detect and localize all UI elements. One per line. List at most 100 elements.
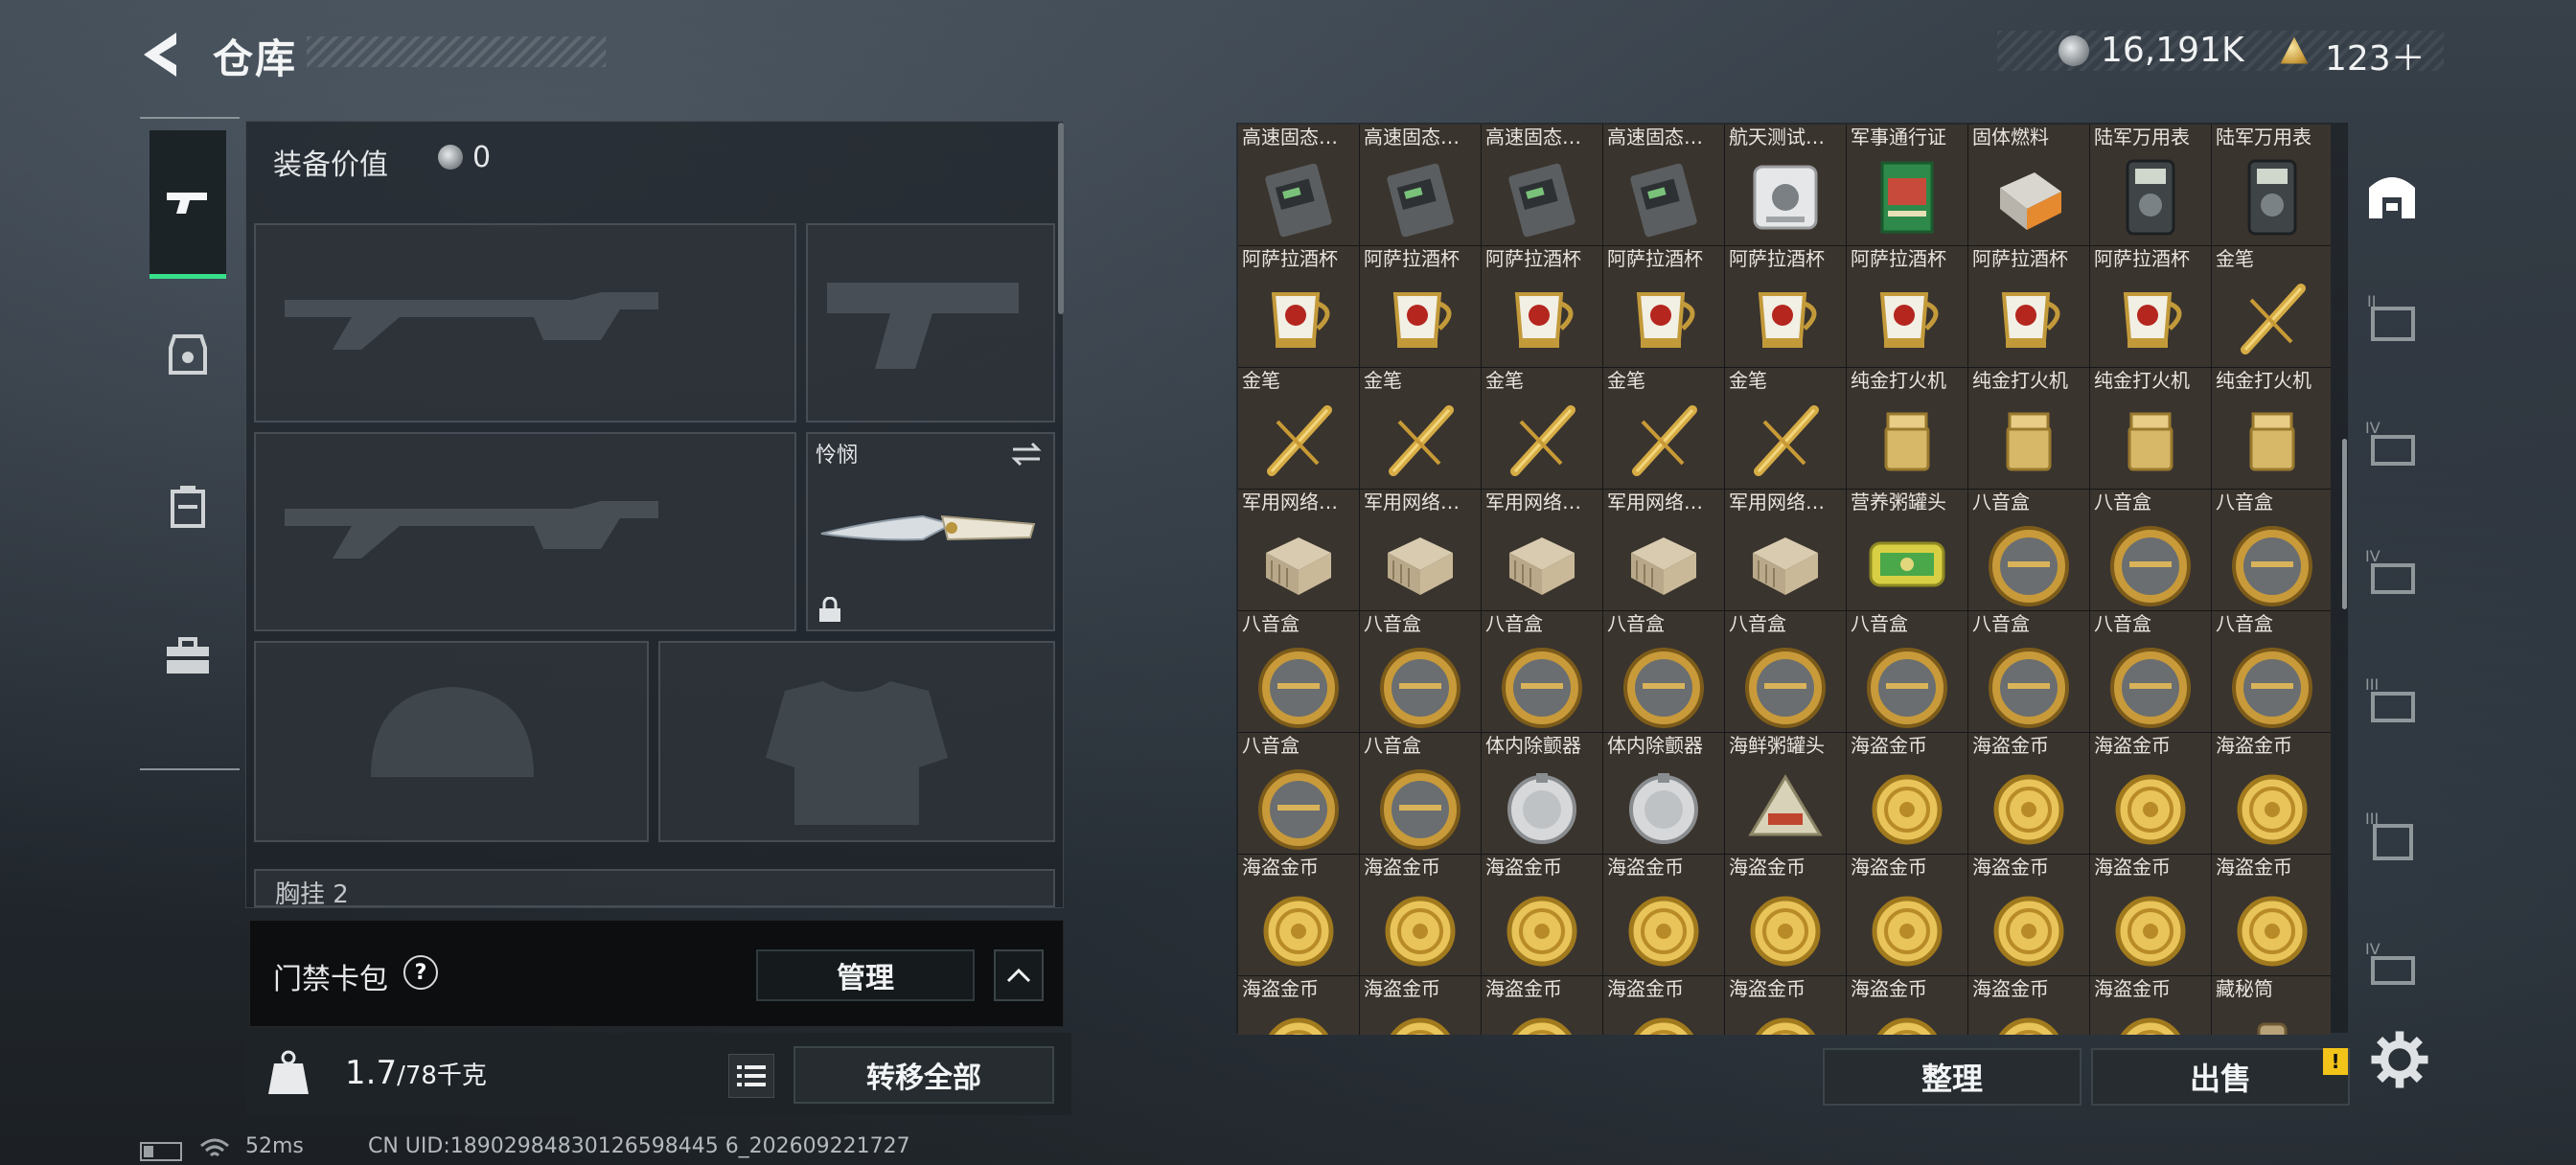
container-iv-a-icon[interactable]: IV (2361, 414, 2423, 475)
inventory-item[interactable]: 八音盒 (1603, 611, 1724, 732)
tab-weapons[interactable] (150, 130, 226, 279)
inventory-item[interactable]: 高速固态… (1603, 125, 1724, 245)
inventory-item[interactable]: 航天测试… (1725, 125, 1846, 245)
inventory-item[interactable]: 海盗金币 (1847, 976, 1967, 1035)
inventory-item[interactable]: 八音盒 (2090, 490, 2211, 610)
inventory-item[interactable]: 阿萨拉酒杯 (1482, 246, 1602, 367)
inventory-item[interactable]: 八音盒 (1360, 733, 1481, 854)
inventory-item[interactable]: 八音盒 (2212, 611, 2331, 732)
inventory-item[interactable]: 海盗金币 (1725, 855, 1846, 975)
sort-button[interactable]: 整理 (1823, 1048, 2082, 1106)
inventory-item[interactable]: 纯金打火机 (2212, 368, 2331, 489)
inventory-item[interactable]: 纯金打火机 (1847, 368, 1967, 489)
inventory-item[interactable]: 阿萨拉酒杯 (1968, 246, 2089, 367)
inventory-item[interactable]: 八音盒 (1968, 611, 2089, 732)
inventory-item[interactable]: 海鲜粥罐头 (1725, 733, 1846, 854)
inventory-item[interactable]: 阿萨拉酒杯 (1238, 246, 1359, 367)
inventory-item[interactable]: 纯金打火机 (2090, 368, 2211, 489)
inventory-item[interactable]: 八音盒 (1360, 611, 1481, 732)
chest-rig-slot[interactable]: 胸挂 2 (254, 869, 1055, 909)
primary-weapon-slot[interactable] (254, 223, 796, 423)
inventory-scrollbar[interactable] (2342, 439, 2347, 609)
inventory-item[interactable]: 军用网络… (1603, 490, 1724, 610)
inventory-item[interactable]: 体内除颤器 (1482, 733, 1602, 854)
helmet-slot[interactable] (254, 641, 649, 842)
melee-slot[interactable]: 怜悯 (806, 432, 1055, 631)
inventory-item[interactable]: 金笔 (1482, 368, 1602, 489)
transfer-all-button[interactable]: 转移全部 (794, 1046, 1054, 1104)
inventory-item[interactable]: 八音盒 (2090, 611, 2211, 732)
inventory-item[interactable]: 体内除颤器 (1603, 733, 1724, 854)
inventory-item[interactable]: 海盗金币 (1847, 855, 1967, 975)
container-iv-b-icon[interactable]: IV (2361, 542, 2423, 604)
sell-button[interactable]: 出售 (2091, 1048, 2350, 1106)
inventory-item[interactable]: 海盗金币 (1603, 976, 1724, 1035)
inventory-item[interactable]: 海盗金币 (2212, 733, 2331, 854)
inventory-item[interactable]: 军事通行证 (1847, 125, 1967, 245)
tab-armor[interactable] (150, 282, 226, 425)
inventory-viewport[interactable]: 高速固态… 高速固态… 高速固态… 高速固态… 航天测试… 军事通行证 固体燃料 陆军万用表 陆… (1238, 125, 2331, 1035)
inventory-item[interactable]: 高速固态… (1238, 125, 1359, 245)
inventory-item[interactable]: 八音盒 (1238, 733, 1359, 854)
inventory-item[interactable]: 八音盒 (1238, 611, 1359, 732)
container-iii-icon[interactable]: III (2361, 671, 2423, 732)
storage-icon[interactable] (2361, 165, 2423, 226)
inventory-item[interactable]: 海盗金币 (1968, 733, 2089, 854)
settings-icon[interactable] (2369, 1029, 2428, 1088)
inventory-item[interactable]: 海盗金币 (1847, 733, 1967, 854)
inventory-item[interactable]: 海盗金币 (1603, 855, 1724, 975)
container-iii-b-icon[interactable]: III (2361, 805, 2423, 866)
inventory-item[interactable]: 阿萨拉酒杯 (2090, 246, 2211, 367)
inventory-item[interactable]: 金笔 (1603, 368, 1724, 489)
inventory-item[interactable]: 海盗金币 (1238, 855, 1359, 975)
inventory-item[interactable]: 八音盒 (1725, 611, 1846, 732)
inventory-item[interactable]: 藏秘筒 (2212, 976, 2331, 1035)
back-icon[interactable] (134, 27, 192, 82)
inventory-item[interactable]: 陆军万用表 (2212, 125, 2331, 245)
inventory-item[interactable]: 阿萨拉酒杯 (1360, 246, 1481, 367)
inventory-item[interactable]: 纯金打火机 (1968, 368, 2089, 489)
inventory-item[interactable]: 海盗金币 (2090, 733, 2211, 854)
inventory-item[interactable]: 八音盒 (1482, 611, 1602, 732)
inventory-item[interactable]: 陆军万用表 (2090, 125, 2211, 245)
inventory-item[interactable]: 八音盒 (1968, 490, 2089, 610)
manage-button[interactable]: 管理 (756, 949, 975, 1001)
inventory-item[interactable]: 阿萨拉酒杯 (1603, 246, 1724, 367)
tab-toolbox[interactable] (150, 584, 226, 728)
inventory-item[interactable]: 海盗金币 (1968, 855, 2089, 975)
inventory-item[interactable]: 海盗金币 (1238, 976, 1359, 1035)
pistol-slot[interactable] (806, 223, 1055, 423)
inventory-item[interactable]: 海盗金币 (1968, 976, 2089, 1035)
inventory-item[interactable]: 营养粥罐头 (1847, 490, 1967, 610)
inventory-item[interactable]: 海盗金币 (1482, 855, 1602, 975)
list-view-button[interactable] (728, 1054, 774, 1098)
inventory-item[interactable]: 海盗金币 (2090, 855, 2211, 975)
inventory-item[interactable]: 海盗金币 (1360, 976, 1481, 1035)
container-ii-icon[interactable]: II (2361, 287, 2423, 349)
inventory-item[interactable]: 固体燃料 (1968, 125, 2089, 245)
inventory-item[interactable]: 军用网络… (1725, 490, 1846, 610)
inventory-item[interactable]: 海盗金币 (1725, 976, 1846, 1035)
inventory-item[interactable]: 金笔 (1725, 368, 1846, 489)
expand-button[interactable] (994, 949, 1044, 1001)
inventory-item[interactable]: 金笔 (2212, 246, 2331, 367)
equipment-scrollbar[interactable] (1058, 123, 1064, 314)
secondary-weapon-slot[interactable] (254, 432, 796, 631)
tab-backpack[interactable] (150, 435, 226, 579)
inventory-item[interactable]: 海盗金币 (1360, 855, 1481, 975)
inventory-item[interactable]: 高速固态… (1482, 125, 1602, 245)
inventory-item[interactable]: 军用网络… (1360, 490, 1481, 610)
help-icon[interactable]: ? (403, 955, 438, 990)
inventory-item[interactable]: 高速固态… (1360, 125, 1481, 245)
inventory-item[interactable]: 军用网络… (1482, 490, 1602, 610)
body-armor-slot[interactable] (658, 641, 1055, 842)
inventory-item[interactable]: 阿萨拉酒杯 (1725, 246, 1846, 367)
inventory-item[interactable]: 金笔 (1238, 368, 1359, 489)
container-iv-c-icon[interactable]: IV (2361, 935, 2423, 996)
inventory-item[interactable]: 军用网络… (1238, 490, 1359, 610)
inventory-item[interactable]: 阿萨拉酒杯 (1847, 246, 1967, 367)
inventory-item[interactable]: 八音盒 (1847, 611, 1967, 732)
inventory-item[interactable]: 八音盒 (2212, 490, 2331, 610)
inventory-item[interactable]: 海盗金币 (2212, 855, 2331, 975)
inventory-item[interactable]: 金笔 (1360, 368, 1481, 489)
